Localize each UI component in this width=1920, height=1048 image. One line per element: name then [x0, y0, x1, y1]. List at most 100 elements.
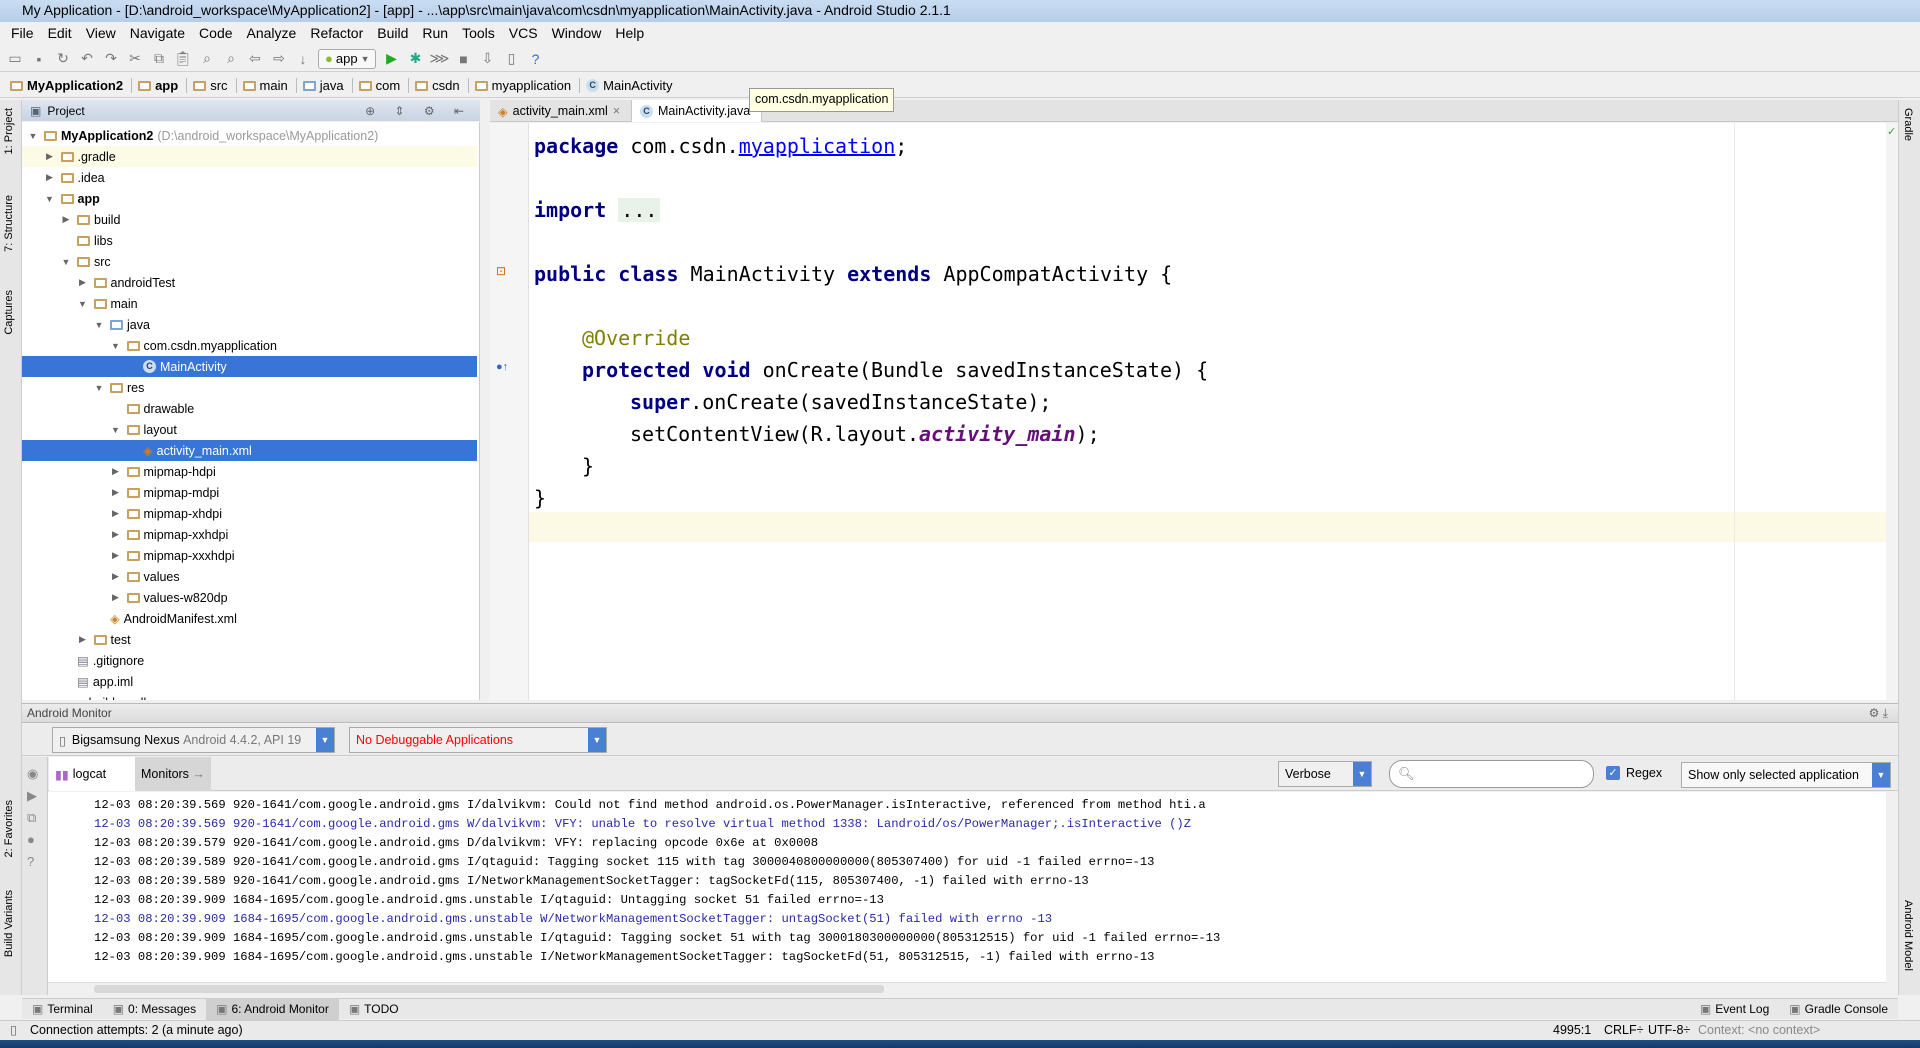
breadcrumb-myapplication2[interactable]: MyApplication2 [8, 78, 133, 93]
file-encoding[interactable]: UTF-8÷ [1648, 1021, 1690, 1040]
tree-item[interactable]: ▶ mipmap-xhdpi [22, 503, 477, 524]
editor-scrollbar[interactable]: ✓ [1886, 123, 1898, 700]
menu-code[interactable]: Code [192, 22, 239, 44]
expanded-arrow-icon[interactable]: ▼ [43, 194, 57, 204]
expanded-arrow-icon[interactable]: ▼ [26, 131, 40, 141]
paste-icon[interactable]: 📋︎ [174, 50, 192, 68]
line-separator[interactable]: CRLF÷ [1604, 1021, 1644, 1040]
tree-item[interactable]: ● build.gradle [22, 692, 477, 701]
log-search-input[interactable]: 🔍︎ [1389, 760, 1594, 788]
panel-actions-icon[interactable]: ⊕ ⇕ ⚙ ⇤ [365, 104, 472, 118]
tree-item[interactable]: ▶ .gradle [22, 146, 477, 167]
menu-tools[interactable]: Tools [455, 22, 502, 44]
collapsed-arrow-icon[interactable]: ▶ [109, 529, 123, 540]
tree-item[interactable]: ▼ src [22, 251, 477, 272]
breadcrumb-csdn[interactable]: csdn [413, 78, 469, 93]
undo-icon[interactable]: ↶ [78, 50, 96, 68]
expanded-arrow-icon[interactable]: ▼ [76, 299, 90, 309]
stripe-build-variants[interactable]: Build Variants [3, 890, 15, 957]
activity-gutter-icon[interactable]: ⊡ [496, 264, 506, 278]
tree-item[interactable]: ▼ com.csdn.myapplication [22, 335, 477, 356]
save-icon[interactable]: ▪ [30, 50, 48, 68]
tree-item[interactable]: ▶ androidTest [22, 272, 477, 293]
collapsed-arrow-icon[interactable]: ▶ [76, 277, 90, 288]
tree-item[interactable]: ▶ build [22, 209, 477, 230]
menu-run[interactable]: Run [415, 22, 455, 44]
tool-window-event-log[interactable]: ▣ Event Log [1690, 999, 1779, 1020]
collapsed-arrow-icon[interactable]: ▶ [109, 487, 123, 498]
collapsed-arrow-icon[interactable]: ▶ [76, 634, 90, 645]
expanded-arrow-icon[interactable]: ▼ [109, 425, 123, 435]
menu-edit[interactable]: Edit [41, 22, 79, 44]
menu-window[interactable]: Window [545, 22, 609, 44]
tool-window-messages[interactable]: ▣ 0: Messages [103, 999, 206, 1020]
logcat-output[interactable]: 12-03 08:20:39.569 920-1641/com.google.a… [48, 792, 1886, 982]
collapsed-arrow-icon[interactable]: ▶ [109, 508, 123, 519]
tree-item[interactable]: ▶ mipmap-hdpi [22, 461, 477, 482]
menu-refactor[interactable]: Refactor [303, 22, 370, 44]
breadcrumb-com[interactable]: com [357, 78, 410, 93]
logcat-actions-icon[interactable]: ◉ ▶ ⧉ ●? [27, 763, 38, 873]
tree-item[interactable]: ▶ mipmap-xxxhdpi [22, 545, 477, 566]
tool-window-terminal[interactable]: ▣ Terminal [22, 999, 103, 1020]
stripe-gradle[interactable]: Gradle [1902, 108, 1914, 141]
tree-item[interactable]: C MainActivity [22, 356, 477, 377]
breadcrumb-src[interactable]: src [191, 78, 237, 93]
tab-activity-main-xml[interactable]: ◈ activity_main.xml × [490, 100, 632, 122]
tree-item[interactable]: ▤ app.iml [22, 671, 477, 692]
collapsed-arrow-icon[interactable]: ▶ [109, 550, 123, 561]
debug-icon[interactable]: ✱ [406, 50, 424, 68]
tree-item[interactable]: ◈ AndroidManifest.xml [22, 608, 477, 629]
tree-item[interactable]: ▼ app [22, 188, 477, 209]
device-selector[interactable]: ▯ Bigsamsung Nexus Android 4.4.2, API 19 ▼ [52, 727, 335, 753]
menu-help[interactable]: Help [608, 22, 651, 44]
regex-checkbox[interactable]: ✓ Regex [1606, 766, 1662, 780]
tree-item[interactable]: ◈ activity_main.xml [22, 440, 477, 461]
project-view-selector[interactable]: Project [47, 104, 84, 118]
tree-item[interactable]: ▼ main [22, 293, 477, 314]
back-icon[interactable]: ⇦ [246, 50, 264, 68]
run-configuration-select[interactable]: ● app ▼ [318, 48, 377, 69]
tool-window-android-monitor[interactable]: ▣ 6: Android Monitor [206, 998, 339, 1020]
tree-item[interactable]: ▶ mipmap-xxhdpi [22, 524, 477, 545]
cut-icon[interactable]: ✂ [126, 50, 144, 68]
tab-monitors[interactable]: Monitors → [135, 757, 211, 791]
stripe-android-model[interactable]: Android Model [1902, 900, 1914, 971]
tree-item[interactable]: ▼ java [22, 314, 477, 335]
open-icon[interactable]: ▭ [6, 50, 24, 68]
tree-item[interactable]: ▶ test [22, 629, 477, 650]
process-selector[interactable]: No Debuggable Applications ▼ [349, 727, 607, 753]
override-gutter-icon[interactable]: ●↑ [496, 361, 508, 373]
run-icon[interactable]: ▶ [382, 50, 400, 68]
make-icon[interactable]: ↓ [294, 50, 312, 68]
caret-position[interactable]: 4995:1 [1553, 1021, 1591, 1040]
log-filter-select[interactable]: Show only selected application ▼ [1681, 762, 1891, 788]
tree-item[interactable]: libs [22, 230, 477, 251]
monitor-settings-icon[interactable]: ⚙ ⤓ [1869, 704, 1888, 722]
expanded-arrow-icon[interactable]: ▼ [92, 383, 106, 393]
sdk-manager-icon[interactable]: ⇩ [478, 50, 496, 68]
tree-item[interactable]: ▶ mipmap-mdpi [22, 482, 477, 503]
expanded-arrow-icon[interactable]: ▼ [92, 320, 106, 330]
attach-icon[interactable]: ⋙ [430, 50, 450, 68]
collapsed-arrow-icon[interactable]: ▶ [109, 466, 123, 477]
menu-file[interactable]: File [4, 22, 41, 44]
help-icon[interactable]: ? [526, 50, 544, 68]
stripe-captures[interactable]: Captures [3, 290, 15, 335]
tool-window-todo[interactable]: ▣ TODO [339, 999, 409, 1020]
tree-item[interactable]: ▶ values-w820dp [22, 587, 477, 608]
copy-icon[interactable]: ⧉ [150, 50, 168, 68]
tree-item[interactable]: ▼ layout [22, 419, 477, 440]
collapsed-arrow-icon[interactable]: ▶ [109, 571, 123, 582]
collapsed-arrow-icon[interactable]: ▶ [59, 214, 73, 225]
menu-navigate[interactable]: Navigate [123, 22, 192, 44]
stripe-favorites[interactable]: 2: Favorites [3, 800, 15, 857]
breadcrumb-java[interactable]: java [301, 78, 353, 93]
log-level-select[interactable]: Verbose ▼ [1278, 761, 1372, 787]
tree-item[interactable]: ▤ .gitignore [22, 650, 477, 671]
find-icon[interactable]: ⌕ [198, 50, 216, 68]
redo-icon[interactable]: ↷ [102, 50, 120, 68]
code-editor[interactable]: ⊡ ●↑ package com.csdn.myapplication; imp… [490, 123, 1898, 700]
tree-item[interactable]: ▶ values [22, 566, 477, 587]
forward-icon[interactable]: ⇨ [270, 50, 288, 68]
